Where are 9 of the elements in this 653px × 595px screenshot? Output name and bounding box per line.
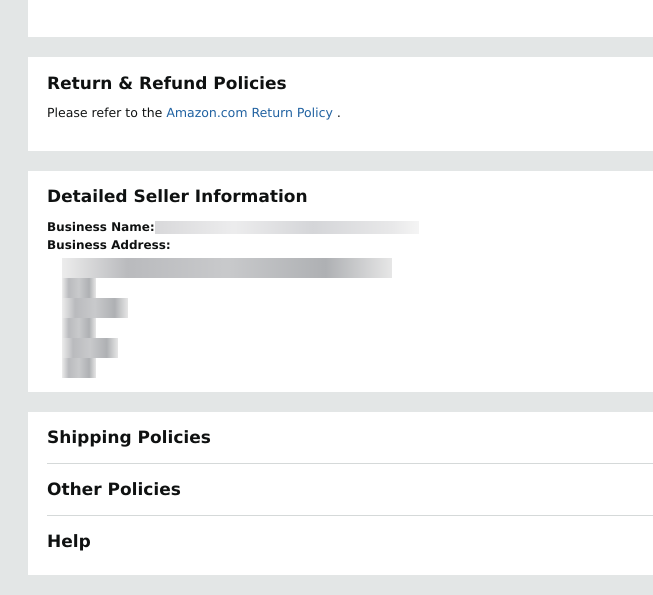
field-label: Business Name:	[47, 219, 155, 236]
policy-section-item[interactable]: Help	[47, 516, 653, 567]
policy-section-item[interactable]: Other Policies	[47, 464, 653, 516]
return-policy-link[interactable]: Amazon.com Return Policy	[166, 105, 333, 120]
field-label: Business Address:	[47, 237, 172, 254]
section-heading: Detailed Seller Information	[47, 186, 309, 209]
policy-section-item[interactable]: Shipping Policies	[47, 412, 653, 464]
policy-text: Please refer to the Amazon.com Return Policy .	[47, 104, 342, 122]
section-heading: Return & Refund Policies	[47, 73, 288, 96]
